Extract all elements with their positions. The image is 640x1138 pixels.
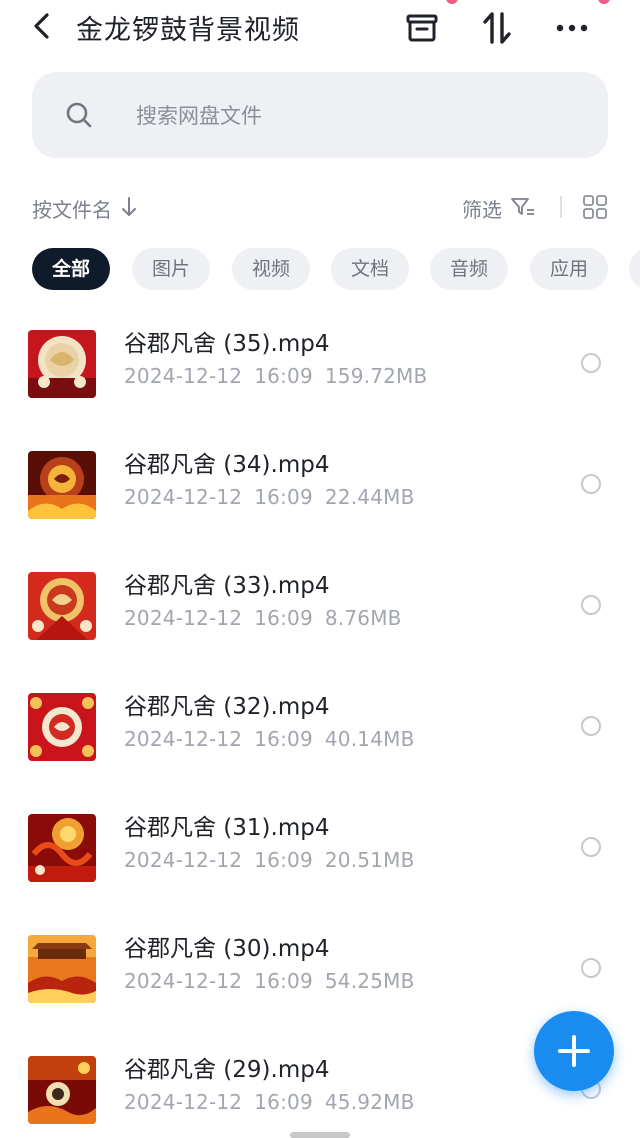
- video-thumbnail: [28, 330, 96, 398]
- file-time: 16:09: [254, 727, 313, 751]
- file-meta: 2024-12-12 16:09 54.25MB: [124, 969, 427, 993]
- back-button[interactable]: [28, 10, 58, 42]
- file-meta: 2024-12-12 16:09 22.44MB: [124, 485, 427, 509]
- file-meta: 2024-12-12 16:09 20.51MB: [124, 848, 427, 872]
- file-name: 谷郡凡舍 (34).mp4: [124, 452, 330, 478]
- add-button[interactable]: [534, 1011, 614, 1091]
- file-date: 2024-12-12: [124, 969, 243, 993]
- file-meta: 2024-12-12 16:09 159.72MB: [124, 364, 439, 388]
- video-thumbnail: [28, 1056, 96, 1124]
- tab-apps[interactable]: 应用: [530, 248, 608, 290]
- top-bar: 金龙锣鼓背景视频: [0, 0, 640, 56]
- tab-images[interactable]: 图片: [132, 248, 210, 290]
- file-time: 16:09: [254, 606, 313, 630]
- file-row[interactable]: 谷郡凡舍 (34).mp4 2024-12-12 16:09 22.44MB: [0, 451, 640, 572]
- back-chevron-icon: [34, 13, 49, 39]
- file-name: 谷郡凡舍 (29).mp4: [124, 1057, 330, 1083]
- archive-button[interactable]: [402, 8, 442, 48]
- select-radio[interactable]: [581, 474, 601, 494]
- file-size: 22.44MB: [324, 485, 415, 509]
- file-time: 16:09: [254, 969, 313, 993]
- select-radio[interactable]: [581, 837, 601, 857]
- file-row[interactable]: 谷郡凡舍 (31).mp4 2024-12-12 16:09 20.51MB: [0, 814, 640, 935]
- page-title: 金龙锣鼓背景视频: [76, 15, 300, 46]
- file-row[interactable]: 谷郡凡舍 (35).mp4 2024-12-12 16:09 159.72MB: [0, 330, 640, 451]
- filter-button[interactable]: 筛选: [462, 194, 502, 223]
- file-name: 谷郡凡舍 (35).mp4: [124, 331, 330, 357]
- plus-icon: [558, 1035, 590, 1067]
- notification-dot: [446, 0, 458, 4]
- select-radio[interactable]: [581, 716, 601, 736]
- sort-arrows-icon: [483, 12, 511, 44]
- video-thumbnail: [28, 451, 96, 519]
- filter-funnel-icon: [511, 198, 534, 215]
- search-placeholder: 搜索网盘文件: [136, 104, 262, 128]
- scroll-handle: [290, 1132, 350, 1138]
- select-radio[interactable]: [581, 595, 601, 615]
- video-thumbnail: [28, 814, 96, 882]
- file-date: 2024-12-12: [124, 364, 243, 388]
- file-size: 159.72MB: [324, 364, 428, 388]
- tab-more-partial[interactable]: [629, 248, 640, 290]
- file-name: 谷郡凡舍 (30).mp4: [124, 936, 330, 962]
- file-size: 54.25MB: [324, 969, 415, 993]
- tab-audio[interactable]: 音频: [430, 248, 508, 290]
- tab-videos[interactable]: 视频: [232, 248, 310, 290]
- file-date: 2024-12-12: [124, 1090, 243, 1114]
- file-date: 2024-12-12: [124, 485, 243, 509]
- file-date: 2024-12-12: [124, 848, 243, 872]
- sort-filter-bar: 按文件名 筛选: [0, 190, 640, 224]
- select-radio[interactable]: [581, 958, 601, 978]
- file-time: 16:09: [254, 485, 313, 509]
- tab-documents[interactable]: 文档: [331, 248, 409, 290]
- file-date: 2024-12-12: [124, 727, 243, 751]
- file-time: 16:09: [254, 1090, 313, 1114]
- file-time: 16:09: [254, 848, 313, 872]
- file-meta: 2024-12-12 16:09 45.92MB: [124, 1090, 427, 1114]
- file-size: 45.92MB: [324, 1090, 415, 1114]
- file-size: 8.76MB: [324, 606, 402, 630]
- file-name: 谷郡凡舍 (31).mp4: [124, 815, 330, 841]
- notification-dot: [598, 0, 610, 4]
- file-size: 20.51MB: [324, 848, 415, 872]
- category-tabs: 全部 图片 视频 文档 音频 应用: [32, 248, 640, 292]
- search-input[interactable]: 搜索网盘文件: [32, 72, 608, 158]
- archive-box-icon: [406, 14, 438, 42]
- file-row[interactable]: 谷郡凡舍 (33).mp4 2024-12-12 16:09 8.76MB: [0, 572, 640, 693]
- more-button[interactable]: [552, 8, 592, 48]
- file-meta: 2024-12-12 16:09 8.76MB: [124, 606, 414, 630]
- tab-all[interactable]: 全部: [32, 248, 110, 290]
- select-radio[interactable]: [581, 353, 601, 373]
- file-name: 谷郡凡舍 (33).mp4: [124, 573, 330, 599]
- more-dots-icon: [556, 24, 588, 32]
- video-thumbnail: [28, 935, 96, 1003]
- sort-down-arrow-icon: [122, 197, 136, 216]
- sort-button[interactable]: [478, 8, 518, 48]
- video-thumbnail: [28, 572, 96, 640]
- sort-by-name-button[interactable]: 按文件名: [32, 194, 112, 223]
- divider: [560, 196, 562, 218]
- file-meta: 2024-12-12 16:09 40.14MB: [124, 727, 427, 751]
- video-thumbnail: [28, 693, 96, 761]
- file-time: 16:09: [254, 364, 313, 388]
- file-name: 谷郡凡舍 (32).mp4: [124, 694, 330, 720]
- grid-view-icon[interactable]: [582, 194, 608, 220]
- file-date: 2024-12-12: [124, 606, 243, 630]
- file-size: 40.14MB: [324, 727, 415, 751]
- file-row[interactable]: 谷郡凡舍 (32).mp4 2024-12-12 16:09 40.14MB: [0, 693, 640, 814]
- search-icon: [66, 102, 92, 128]
